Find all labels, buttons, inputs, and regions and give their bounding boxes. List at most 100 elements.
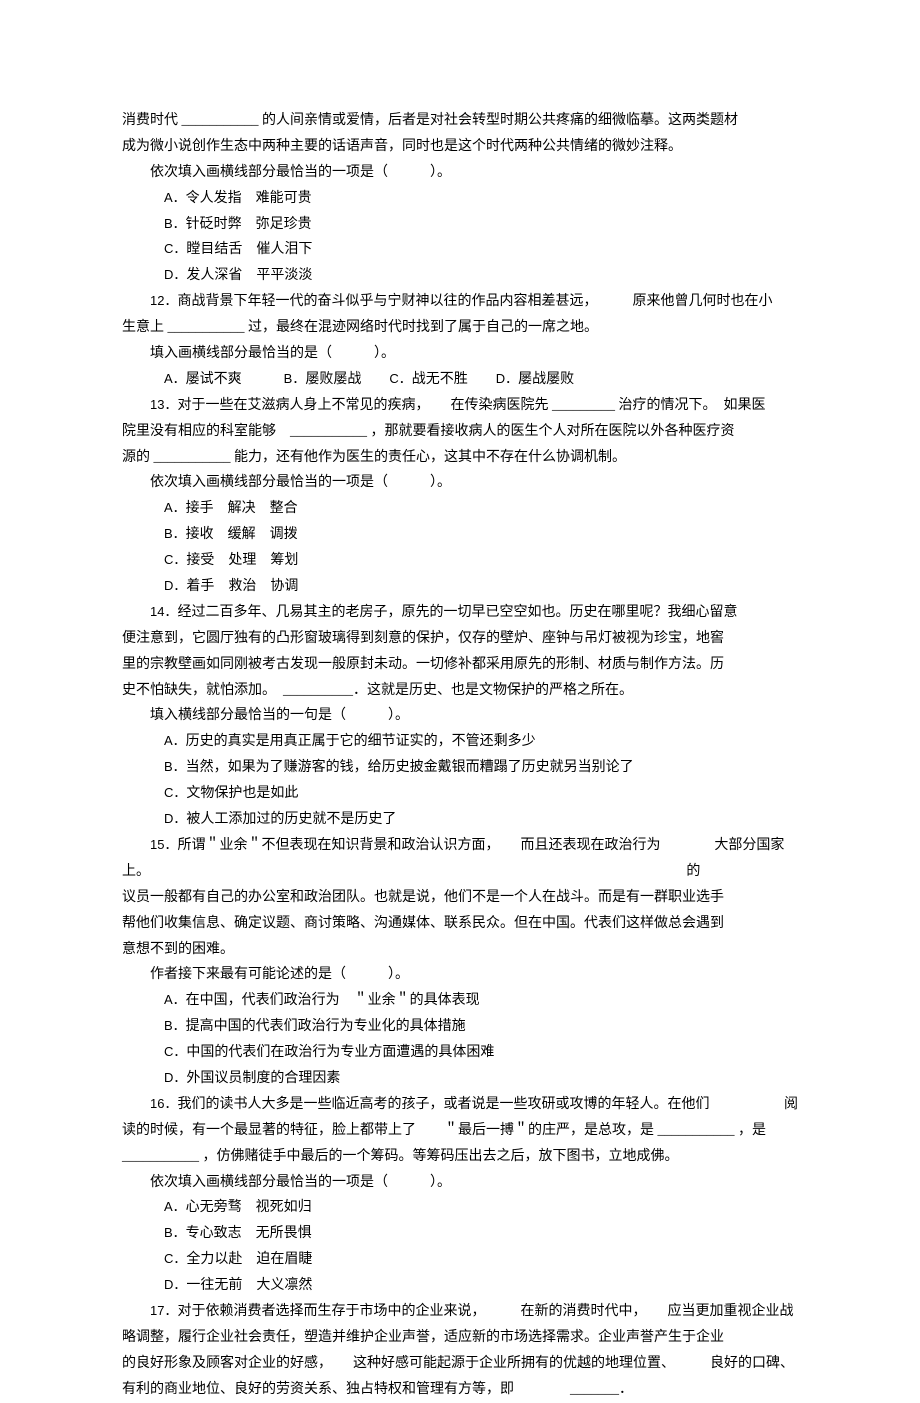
q14-text-1: 经过二百多年、几易其主的老房子，原先的一切早已空空如也。历史在哪里呢？我细心留意 bbox=[177, 605, 737, 620]
q16-line-1: 16．我们的读书人大多是一些临近高考的孩子，或者说是一些攻研或攻博的年轻人。在他… bbox=[122, 1092, 798, 1118]
q17-line-1: 17．对于依赖消费者选择而生存于市场中的企业来说， 在新的消费时代中， 应当更加… bbox=[122, 1299, 798, 1325]
q11-option-b: B．针砭时弊 弥足珍贵 bbox=[122, 212, 798, 238]
q12-text-1: 商战背景下年轻一代的奋斗似乎与宁财神以往的作品内容相差甚远， 原来他曾几何时也在… bbox=[177, 294, 772, 309]
q12-line-1: 12．商战背景下年轻一代的奋斗似乎与宁财神以往的作品内容相差甚远， 原来他曾几何… bbox=[122, 289, 798, 315]
q16-opt-b-text: 专心致志 无所畏惧 bbox=[186, 1226, 312, 1241]
option-label-d: D． bbox=[164, 1070, 186, 1085]
q13-option-c: C．接受 处理 筹划 bbox=[122, 548, 798, 574]
option-label-d: D． bbox=[164, 811, 186, 826]
q17-text-1: 对于依赖消费者选择而生存于市场中的企业来说， 在新的消费时代中， 应当更加重视企… bbox=[177, 1304, 793, 1319]
option-label-c: C． bbox=[164, 785, 186, 800]
q12-number: 12． bbox=[150, 293, 177, 308]
q13-opt-d-text: 着手 救治 协调 bbox=[186, 579, 298, 594]
option-label-b: B． bbox=[164, 759, 186, 774]
q16-opt-c-text: 全力以赴 迫在眉睫 bbox=[186, 1252, 312, 1267]
q16-number: 16． bbox=[150, 1096, 177, 1111]
q16-text-2a: 读的时候，有一个最显著的特征，脸上都带上了 bbox=[122, 1123, 416, 1138]
q14-prompt: 填入横线部分最恰当的一句是（ ）。 bbox=[122, 703, 798, 729]
q13-option-d: D．着手 救治 协调 bbox=[122, 574, 798, 600]
q15-option-b: B．提高中国的代表们政治行为专业化的具体措施 bbox=[122, 1014, 798, 1040]
q14-option-a: A．历史的真实是用真正属于它的细节证实的，不管还剩多少 bbox=[122, 729, 798, 755]
q16-line-2: 读的时候，有一个最显著的特征，脸上都带上了 ＂最后一搏＂的庄严，是总攻，是 ___… bbox=[122, 1118, 798, 1144]
q13-opt-c-text: 接受 处理 筹划 bbox=[186, 553, 298, 568]
q11-prompt: 依次填入画横线部分最恰当的一项是（ ）。 bbox=[122, 160, 798, 186]
q14-line-3: 里的宗教壁画如同刚被考古发现一般原封未动。一切修补都采用原先的形制、材质与制作方… bbox=[122, 652, 798, 678]
q16-line-3: ___________ ，仿佛赌徒手中最后的一个筹码。等筹码压出去之后，放下图书… bbox=[122, 1144, 798, 1170]
q16-option-d: D．一往无前 大义凛然 bbox=[122, 1273, 798, 1299]
q13-number: 13． bbox=[150, 397, 177, 412]
option-label-d: D． bbox=[164, 578, 186, 593]
q11-option-a: A．令人发指 难能可贵 bbox=[122, 186, 798, 212]
q14-option-d: D．被人工添加过的历史就不是历史了 bbox=[122, 807, 798, 833]
option-label-d: D． bbox=[164, 1277, 186, 1292]
option-label-b: B． bbox=[164, 1225, 186, 1240]
q13-line-2: 院里没有相应的科室能够 ___________ ，那就要看接收病人的医生个人对所… bbox=[122, 419, 798, 445]
q15-line-1: 15．所谓＂业余＂不但表现在知识背景和政治认识方面， 而且还表现在政治行为上。大… bbox=[122, 833, 798, 885]
q13-line-3: 源的 ___________ 能力，还有他作为医生的责任心，这其中不存在什么协调… bbox=[122, 445, 798, 471]
q11-opt-a-text: 令人发指 难能可贵 bbox=[186, 191, 312, 206]
q15-line-4: 意想不到的困难。 bbox=[122, 937, 798, 963]
q17-line-4: 有利的商业地位、良好的劳资关系、独占特权和管理有方等，即 _______． bbox=[122, 1377, 798, 1403]
q14-option-c: C．文物保护也是如此 bbox=[122, 781, 798, 807]
intro-line-2: 成为微小说创作生态中两种主要的话语声音，同时也是这个时代两种公共情绪的微妙注释。 bbox=[122, 134, 798, 160]
q15-opt-b-text: 提高中国的代表们政治行为专业化的具体措施 bbox=[186, 1019, 466, 1034]
q14-number: 14． bbox=[150, 604, 177, 619]
document-page: 消费时代 ___________ 的人间亲情或爱情，后者是对社会转型时期公共疼痛… bbox=[0, 0, 920, 1192]
q16-text-2b: ＂最后一搏＂的庄严，是总攻，是 ___________ ，是 bbox=[444, 1123, 766, 1138]
option-label-b: B． bbox=[164, 1018, 186, 1033]
q16-option-c: C．全力以赴 迫在眉睫 bbox=[122, 1247, 798, 1273]
q13-opt-b-text: 接收 缓解 调拨 bbox=[186, 527, 298, 542]
q15-text-1b: 大部分国家的 bbox=[686, 833, 798, 885]
q17-line-3: 的良好形象及顾客对企业的好感， 这种好感可能起源于企业所拥有的优越的地理位置、 … bbox=[122, 1351, 798, 1377]
q16-option-a: A．心无旁骛 视死如归 bbox=[122, 1195, 798, 1221]
q12-prompt: 填入画横线部分最恰当的是（ ）。 bbox=[122, 341, 798, 367]
q15-option-a: A．在中国，代表们政治行为 ＂业余＂的具体表现 bbox=[122, 988, 798, 1014]
q15-opt-c-text: 中国的代表们在政治行为专业方面遭遇的具体困难 bbox=[186, 1045, 494, 1060]
q13-text-1: 对于一些在艾滋病人身上不常见的疾病， 在传染病医院先 _________ 治疗的… bbox=[177, 398, 765, 413]
q13-option-a: A．接手 解决 整合 bbox=[122, 496, 798, 522]
q12-label-d: D． bbox=[496, 371, 518, 386]
q15-opt-d-text: 外国议员制度的合理因素 bbox=[186, 1071, 340, 1086]
q13-prompt: 依次填入画横线部分最恰当的一项是（ ）。 bbox=[122, 470, 798, 496]
q12-label-a: A． bbox=[164, 371, 186, 386]
option-label-c: C． bbox=[164, 552, 186, 567]
q15-option-c: C．中国的代表们在政治行为专业方面遭遇的具体困难 bbox=[122, 1040, 798, 1066]
intro-line-1: 消费时代 ___________ 的人间亲情或爱情，后者是对社会转型时期公共疼痛… bbox=[122, 108, 798, 134]
q14-opt-b-text: 当然，如果为了赚游客的钱，给历史披金戴银而糟蹋了历史就另当别论了 bbox=[186, 760, 634, 775]
option-label-d: D． bbox=[164, 267, 186, 282]
q13-line-1: 13．对于一些在艾滋病人身上不常见的疾病， 在传染病医院先 _________ … bbox=[122, 393, 798, 419]
q13-option-b: B．接收 缓解 调拨 bbox=[122, 522, 798, 548]
q15-number: 15． bbox=[150, 837, 177, 852]
q16-option-b: B．专心致志 无所畏惧 bbox=[122, 1221, 798, 1247]
q11-opt-b-text: 针砭时弊 弥足珍贵 bbox=[186, 217, 312, 232]
option-label-a: A． bbox=[164, 500, 186, 515]
q16-opt-d-text: 一往无前 大义凛然 bbox=[186, 1278, 312, 1293]
q17-line-2: 略调整，履行企业社会责任，塑造并维护企业声誉，适应新的市场选择需求。企业声誉产生… bbox=[122, 1325, 798, 1351]
q14-line-4: 史不怕缺失，就怕添加。 __________．这就是历史、也是文物保护的严格之所… bbox=[122, 678, 798, 704]
q13-opt-a-text: 接手 解决 整合 bbox=[186, 501, 298, 516]
q14-opt-a-text: 历史的真实是用真正属于它的细节证实的，不管还剩多少 bbox=[186, 734, 536, 749]
option-label-b: B． bbox=[164, 526, 186, 541]
q17-number: 17． bbox=[150, 1303, 177, 1318]
q14-line-1: 14．经过二百多年、几易其主的老房子，原先的一切早已空空如也。历史在哪里呢？我细… bbox=[122, 600, 798, 626]
option-label-c: C． bbox=[164, 1251, 186, 1266]
q11-option-d: D．发人深省 平平淡淡 bbox=[122, 263, 798, 289]
q15-option-d: D．外国议员制度的合理因素 bbox=[122, 1066, 798, 1092]
option-label-b: B． bbox=[164, 216, 186, 231]
q15-line-2: 议员一般都有自己的办公室和政治团队。也就是说，他们不是一个人在战斗。而是有一群职… bbox=[122, 885, 798, 911]
q16-opt-a-text: 心无旁骛 视死如归 bbox=[186, 1200, 312, 1215]
option-label-a: A． bbox=[164, 1199, 186, 1214]
q15-opt-a-text: 在中国，代表们政治行为 ＂业余＂的具体表现 bbox=[186, 993, 480, 1008]
q14-opt-c-text: 文物保护也是如此 bbox=[186, 786, 298, 801]
q12-label-b: B． bbox=[284, 371, 306, 386]
q15-text-1a: 所谓＂业余＂不但表现在知识背景和政治认识方面， 而且还表现在政治行为上。 bbox=[122, 838, 660, 879]
q15-line-3: 帮他们收集信息、确定议题、商讨策略、沟通媒体、联系民众。但在中国。代表们这样做总… bbox=[122, 911, 798, 937]
q14-option-b: B．当然，如果为了赚游客的钱，给历史披金戴银而糟蹋了历史就另当别论了 bbox=[122, 755, 798, 781]
q12-line-2: 生意上 ___________ 过，最终在混迹网络时代时找到了属于自己的一席之地… bbox=[122, 315, 798, 341]
option-label-a: A． bbox=[164, 733, 186, 748]
option-label-c: C． bbox=[164, 1044, 186, 1059]
option-label-a: A． bbox=[164, 992, 186, 1007]
option-label-c: C． bbox=[164, 241, 186, 256]
q14-line-2: 便注意到，它圆厅独有的凸形窗玻璃得到刻意的保护，仅存的壁炉、座钟与吊灯被视为珍宝… bbox=[122, 626, 798, 652]
q12-options: A．屡试不爽B．屡败屡战C．战无不胜D．屡战屡败 bbox=[122, 367, 798, 393]
